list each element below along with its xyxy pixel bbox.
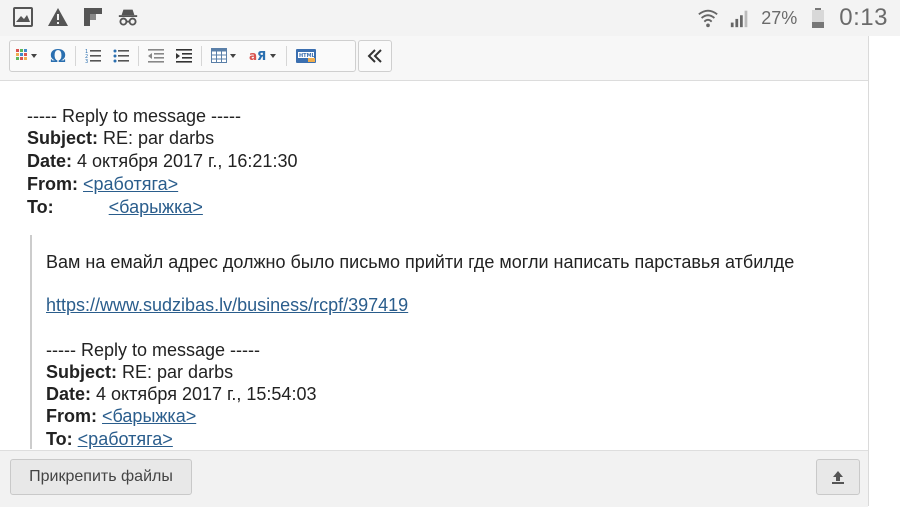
quote-reply-header: ----- Reply to message ----- — [46, 340, 261, 360]
upload-icon — [832, 471, 844, 484]
svg-text:a: a — [249, 49, 257, 63]
apps-grid-dropdown-button[interactable] — [10, 42, 44, 70]
to-line: To: <барыжка> — [27, 197, 203, 218]
attachment-bar: Прикрепить файлы — [0, 450, 868, 507]
to-label: To: — [27, 197, 54, 217]
clock: 0:13 — [839, 4, 888, 31]
system-indicators: 27% 0:13 — [697, 4, 888, 32]
from-line: From: <работяга> — [27, 174, 178, 195]
svg-text:Я: Я — [257, 49, 266, 63]
from-link[interactable]: <работяга> — [83, 174, 178, 194]
quote-date-line: Date: 4 октября 2017 г., 15:54:03 — [46, 384, 316, 405]
double-chevron-left-icon — [367, 49, 382, 63]
outdent-button[interactable] — [142, 42, 170, 70]
incognito-icon — [117, 6, 139, 28]
quote-to-link[interactable]: <работяга> — [78, 429, 173, 449]
quote-to-label: To: — [46, 429, 73, 449]
ordered-list-icon: 123 — [85, 49, 102, 64]
quoted-message: Вам на емайл адрес должно было письмо пр… — [30, 235, 868, 449]
subject-line: Subject: RE: par darbs — [27, 128, 214, 149]
subject-value: RE: par darbs — [103, 128, 215, 148]
battery-icon — [807, 7, 829, 29]
editor-toolbar: Ω 123 aЯ HTML — [9, 40, 356, 72]
quote-subject-label: Subject: — [46, 362, 118, 382]
quote-date-label: Date: — [46, 384, 92, 404]
quote-from-line: From: <барыжка> — [46, 406, 196, 427]
toolbar-separator — [75, 46, 77, 66]
text-direction-icon: aЯ — [249, 49, 277, 63]
quote-date-value: 4 октября 2017 г., 15:54:03 — [96, 384, 317, 404]
flipboard-icon — [82, 6, 104, 28]
gallery-notification-icon — [12, 6, 34, 28]
quote-to-line: To: <работяга> — [46, 429, 173, 449]
html-source-icon: HTML — [296, 49, 317, 63]
toolbar-separator — [201, 46, 203, 66]
table-dropdown-button[interactable] — [205, 42, 243, 70]
wifi-icon — [697, 7, 719, 29]
warning-icon — [47, 6, 69, 28]
text-direction-dropdown-button[interactable]: aЯ — [243, 42, 283, 70]
quote-body-text: Вам на емайл адрес должно было письмо пр… — [46, 252, 795, 272]
quote-from-link[interactable]: <барыжка> — [102, 406, 196, 426]
unordered-list-icon — [113, 49, 130, 63]
from-label: From: — [27, 174, 78, 194]
status-bar: 27% 0:13 — [0, 0, 900, 36]
date-line: Date: 4 октября 2017 г., 16:21:30 — [27, 151, 297, 172]
quote-subject-value: RE: par darbs — [122, 362, 234, 382]
table-icon — [211, 48, 237, 63]
upload-button[interactable] — [816, 459, 860, 495]
email-editor: Ω 123 aЯ HTML ----- Reply to message ---… — [0, 36, 869, 506]
indent-button[interactable] — [170, 42, 198, 70]
to-link[interactable]: <барыжка> — [109, 197, 203, 217]
html-source-button[interactable]: HTML — [290, 42, 322, 70]
message-body[interactable]: ----- Reply to message ----- Subject: RE… — [0, 81, 868, 449]
collapse-toolbar-button[interactable] — [358, 40, 392, 72]
ordered-list-button[interactable]: 123 — [79, 42, 107, 70]
quote-from-label: From: — [46, 406, 97, 426]
date-value: 4 октября 2017 г., 16:21:30 — [77, 151, 298, 171]
subject-label: Subject: — [27, 128, 99, 148]
reply-header: ----- Reply to message ----- — [27, 106, 242, 126]
special-character-omega-button[interactable]: Ω — [44, 42, 72, 70]
attach-files-button[interactable]: Прикрепить файлы — [10, 459, 192, 495]
quote-url-link[interactable]: https://www.sudzibas.lv/business/rcpf/39… — [46, 295, 408, 316]
editor-toolbar-area: Ω 123 aЯ HTML — [0, 36, 868, 81]
battery-percentage: 27% — [761, 7, 798, 28]
indent-icon — [176, 49, 193, 63]
signal-icon — [729, 7, 751, 29]
quote-subject-line: Subject: RE: par darbs — [46, 362, 233, 383]
toolbar-separator — [286, 46, 288, 66]
svg-text:3: 3 — [85, 59, 88, 64]
unordered-list-button[interactable] — [107, 42, 135, 70]
date-label: Date: — [27, 151, 73, 171]
outdent-icon — [148, 49, 165, 63]
toolbar-separator — [138, 46, 140, 66]
notification-icons — [12, 6, 139, 28]
omega-icon: Ω — [50, 45, 67, 67]
